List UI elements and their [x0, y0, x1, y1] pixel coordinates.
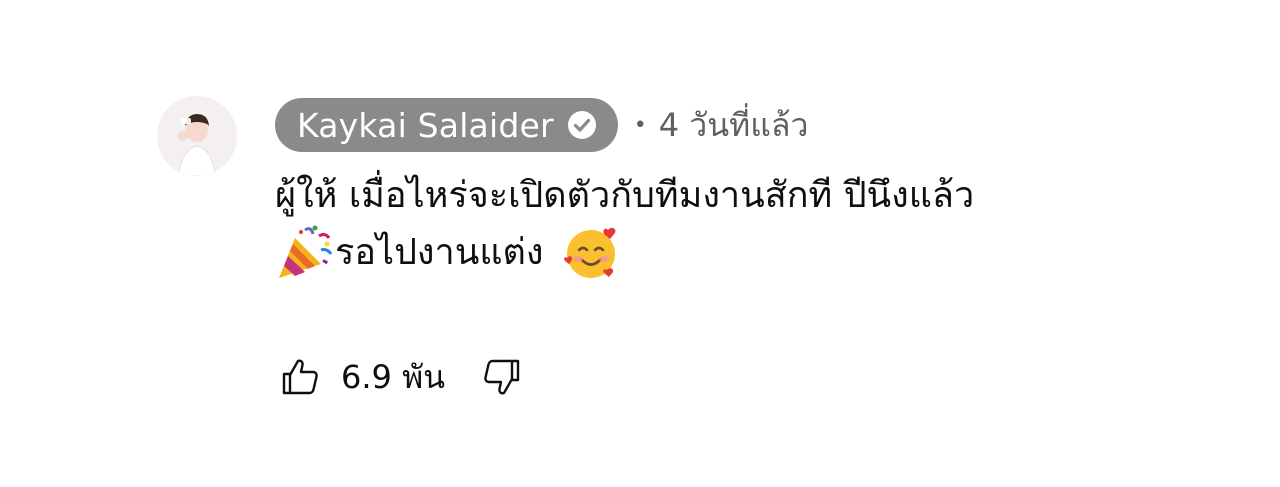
like-button[interactable] — [279, 356, 321, 398]
author-name: Kaykai Salaider — [297, 105, 554, 145]
comment-text: ผู้ให้ เมื่อไหร่จะเปิดตัวกับทีมงานสักที … — [275, 168, 1225, 282]
comment-actions: 6.9 พัน — [279, 352, 523, 402]
comment-body: Kaykai Salaider • 4 วันที่แล้ว ผู้ให้ เม… — [275, 96, 1225, 282]
smiling-face-with-hearts-icon — [564, 227, 616, 278]
comment-header: Kaykai Salaider • 4 วันที่แล้ว — [275, 96, 1225, 154]
party-popper-icon — [279, 225, 333, 278]
dislike-button[interactable] — [481, 356, 523, 398]
avatar-image — [157, 96, 237, 176]
meta-separator: • — [633, 112, 647, 138]
comment-text-line-1: ผู้ให้ เมื่อไหร่จะเปิดตัวกับทีมงานสักที … — [275, 175, 975, 216]
comment-text-line-2: รอไปงานแต่ง — [335, 232, 544, 273]
author-name-chip[interactable]: Kaykai Salaider — [275, 98, 618, 152]
comment-text-line-2-row: รอไปงานแต่ง — [275, 224, 1225, 282]
avatar[interactable] — [157, 96, 237, 176]
verified-check-icon — [567, 111, 596, 139]
like-count: 6.9 พัน — [341, 357, 446, 396]
comment-timestamp[interactable]: 4 วันที่แล้ว — [659, 100, 809, 151]
